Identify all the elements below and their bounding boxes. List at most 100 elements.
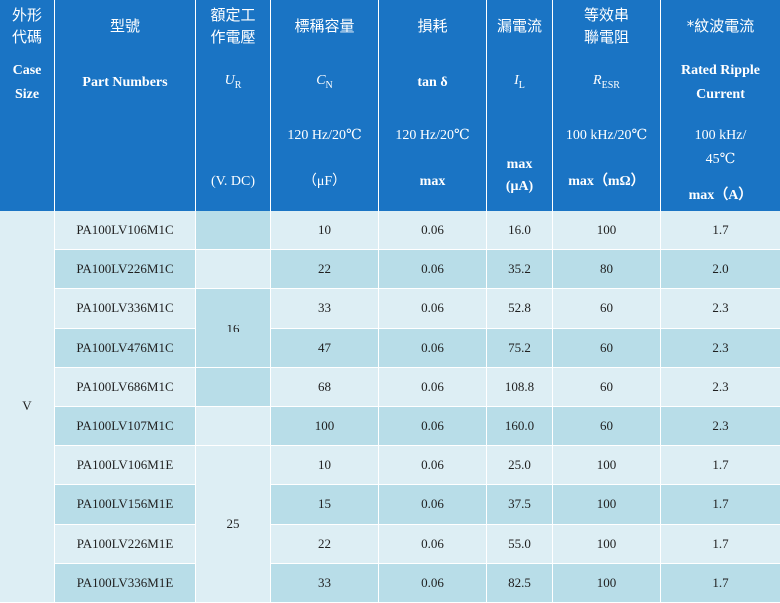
capacitance-cell: 33 [271, 289, 379, 329]
spec-table: 外形 代碼 型號 額定工 作電壓 標稱容量 損耗 漏電流 等效串 聯電阻 *紋波… [0, 0, 780, 603]
leakage-cell: 25.0 [487, 446, 553, 486]
header-voltage-unit: (V. DC) [196, 114, 271, 211]
part-number-cell: PA100LV686M1C [55, 367, 196, 407]
header-leakage-unit: max (μA) [487, 114, 553, 211]
leakage-cell: 52.8 [487, 289, 553, 329]
tan-delta-cell: 0.06 [379, 485, 487, 525]
header-case-zh: 外形 代碼 [0, 0, 55, 52]
capacitance-cell: 15 [271, 485, 379, 525]
leakage-cell: 108.8 [487, 367, 553, 407]
table-row: PA100LV686M1C 68 0.06 108.8 60 2.3 [0, 367, 780, 407]
tan-delta-cell: 0.06 [379, 446, 487, 486]
ripple-cell: 1.7 [661, 563, 780, 603]
leakage-cell: 75.2 [487, 328, 553, 368]
header-capacitance-symbol: CN [271, 52, 379, 114]
capacitance-cell: 33 [271, 563, 379, 603]
esr-cell: 60 [553, 406, 661, 447]
esr-cell: 60 [553, 328, 661, 368]
leakage-cell: 37.5 [487, 485, 553, 525]
voltage-cell [196, 211, 271, 251]
header-ripple-en: Rated Ripple Current [661, 52, 780, 114]
header-voltage-symbol: UR [196, 52, 271, 114]
voltage-16-label: 16 [227, 325, 240, 332]
part-number-cell: PA100LV156M1E [55, 485, 196, 525]
voltage-cell [196, 367, 271, 407]
part-number-cell: PA100LV226M1E [55, 524, 196, 564]
capacitance-cell: 68 [271, 367, 379, 407]
header-row-english: Case Size Part Numbers UR CN tan δ IL RE… [0, 52, 780, 114]
leakage-cell: 35.2 [487, 250, 553, 290]
header-row-units: (V. DC) 120 Hz/20℃ （μF） 120 Hz/20℃ max m… [0, 114, 780, 211]
table-row: PA100LV336M1E 33 0.06 82.5 100 1.7 [0, 563, 780, 603]
tan-delta-cell: 0.06 [379, 524, 487, 564]
capacitance-cell: 22 [271, 524, 379, 564]
header-part-zh: 型號 [55, 0, 196, 52]
header-part-en: Part Numbers [55, 52, 196, 114]
case-code-cell: V [0, 211, 55, 603]
part-number-cell: PA100LV107M1C [55, 406, 196, 447]
header-tan-conditions: 120 Hz/20℃ max [379, 114, 487, 211]
tan-delta-cell: 0.06 [379, 250, 487, 290]
header-ripple-conditions: 100 kHz/ 45℃ max（A） [661, 114, 780, 211]
table-row: V PA100LV106M1C 10 0.06 16.0 100 1.7 [0, 211, 780, 603]
tan-delta-cell: 0.06 [379, 367, 487, 407]
esr-cell: 80 [553, 250, 661, 290]
esr-cell: 100 [553, 524, 661, 564]
table-row: PA100LV226M1C 22 0.06 35.2 80 2.0 [0, 250, 780, 290]
capacitance-cell: 10 [271, 211, 379, 251]
voltage-cell [196, 406, 271, 447]
table-row: PA100LV107M1C 100 0.06 160.0 60 2.3 [0, 406, 780, 447]
table-body: V PA100LV106M1C 10 0.06 16.0 100 1.7 PA100LV226… [0, 211, 780, 603]
ripple-cell: 1.7 [661, 446, 780, 486]
tan-delta-cell: 0.06 [379, 289, 487, 329]
header-capacitance-zh: 標稱容量 [271, 0, 379, 52]
esr-cell: 100 [553, 563, 661, 603]
tan-delta-cell: 0.06 [379, 563, 487, 603]
header-esr-symbol: RESR [553, 52, 661, 114]
table-row: PA100LV106M1E 25 10 0.06 25.0 100 1.7 [0, 446, 780, 603]
ripple-cell: 2.3 [661, 367, 780, 407]
header-part-blank [55, 114, 196, 211]
voltage-16-cell: 16 [196, 289, 271, 368]
leakage-cell: 16.0 [487, 211, 553, 251]
part-number-cell: PA100LV476M1C [55, 328, 196, 368]
tan-delta-cell: 0.06 [379, 406, 487, 447]
header-esr-zh: 等效串 聯電阻 [553, 0, 661, 52]
leakage-cell: 82.5 [487, 563, 553, 603]
esr-cell: 60 [553, 289, 661, 329]
capacitance-cell: 47 [271, 328, 379, 368]
header-capacitance-conditions: 120 Hz/20℃ （μF） [271, 114, 379, 211]
header-esr-conditions: 100 kHz/20℃ max（mΩ） [553, 114, 661, 211]
ripple-cell: 1.7 [661, 524, 780, 564]
header-leakage-symbol: IL [487, 52, 553, 114]
voltage-25-cell: 25 [196, 446, 271, 603]
esr-cell: 60 [553, 367, 661, 407]
tan-delta-cell: 0.06 [379, 328, 487, 368]
ripple-cell: 1.7 [661, 211, 780, 251]
capacitance-cell: 100 [271, 406, 379, 447]
leakage-cell: 55.0 [487, 524, 553, 564]
header-ripple-zh: *紋波電流 [661, 0, 780, 52]
table-row: PA100LV226M1E 22 0.06 55.0 100 1.7 [0, 524, 780, 564]
part-number-cell: PA100LV106M1E [55, 446, 196, 486]
part-number-cell: PA100LV336M1C [55, 289, 196, 329]
leakage-cell: 160.0 [487, 406, 553, 447]
voltage-cell [196, 250, 271, 290]
part-number-cell: PA100LV106M1C [55, 211, 196, 251]
esr-cell: 100 [553, 446, 661, 486]
esr-cell: 100 [553, 211, 661, 251]
header-tan-delta: tan δ [379, 52, 487, 114]
ripple-cell: 2.3 [661, 328, 780, 368]
header-loss-zh: 損耗 [379, 0, 487, 52]
ripple-cell: 2.3 [661, 289, 780, 329]
table-row: PA100LV336M1C 16 330.0652.8602.3 [0, 289, 780, 368]
capacitance-cell: 10 [271, 446, 379, 486]
esr-cell: 100 [553, 485, 661, 525]
table-row: PA100LV476M1C 47 0.06 75.2 60 2.3 [0, 328, 780, 368]
part-number-cell: PA100LV226M1C [55, 250, 196, 290]
ripple-cell: 2.3 [661, 406, 780, 447]
part-number-cell: PA100LV336M1E [55, 563, 196, 603]
header-row-chinese: 外形 代碼 型號 額定工 作電壓 標稱容量 損耗 漏電流 等效串 聯電阻 *紋波… [0, 0, 780, 52]
ripple-cell: 1.7 [661, 485, 780, 525]
header-case-en: Case Size [0, 52, 55, 114]
